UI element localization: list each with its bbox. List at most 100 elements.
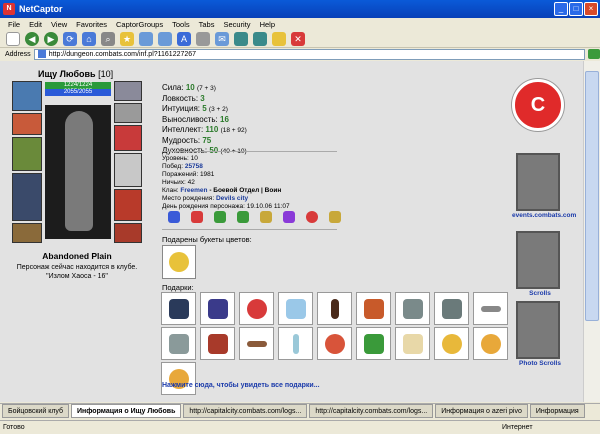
- gift-item[interactable]: [356, 292, 391, 325]
- gift-item[interactable]: [239, 292, 274, 325]
- new-page-icon[interactable]: [6, 31, 20, 46]
- go-button[interactable]: [588, 49, 600, 59]
- print-icon[interactable]: [196, 31, 210, 46]
- history-icon[interactable]: [139, 31, 153, 46]
- events-banner[interactable]: events.combats.com: [512, 153, 576, 219]
- vertical-scrollbar[interactable]: [583, 61, 600, 402]
- tab-fight-club[interactable]: Бойцовский клуб: [2, 404, 70, 418]
- stat-row: Интуиция: 5 (3 + 2): [162, 104, 228, 113]
- window2-icon[interactable]: [253, 31, 267, 46]
- ring-slot[interactable]: [114, 81, 142, 101]
- lock-icon[interactable]: [272, 31, 286, 46]
- search-icon[interactable]: ⌕: [101, 31, 115, 46]
- gloves-slot[interactable]: [114, 125, 142, 151]
- address-input[interactable]: http://dungeon.combats.com/inf.pl?116122…: [33, 48, 586, 60]
- side-logo[interactable]: C: [512, 79, 564, 131]
- character-name: Ищу Любовь [10]: [38, 69, 113, 79]
- tab-info-azeri[interactable]: Информация о azeri pivo: [435, 404, 528, 418]
- stat-row: Выносливость: 16: [162, 115, 229, 124]
- location-title: Abandoned Plain: [42, 251, 112, 261]
- belt-slot[interactable]: [12, 223, 42, 243]
- medal-icon[interactable]: [214, 211, 226, 223]
- events-link[interactable]: events.combats.com: [512, 212, 576, 219]
- menu-favorites[interactable]: Favorites: [76, 20, 107, 29]
- close-button[interactable]: ×: [584, 2, 598, 16]
- tab-info[interactable]: Информация: [529, 404, 585, 418]
- bracer-slot[interactable]: [12, 113, 42, 135]
- gift-item[interactable]: [200, 292, 235, 325]
- clan-link[interactable]: Freemen: [180, 187, 207, 194]
- back-icon[interactable]: ◀: [25, 31, 39, 46]
- amulet-slot[interactable]: [114, 103, 142, 123]
- gift-item[interactable]: [161, 292, 196, 325]
- mail-icon[interactable]: ✉: [215, 31, 229, 46]
- armor-slot[interactable]: [12, 173, 42, 221]
- gift-item[interactable]: [317, 292, 352, 325]
- legs-slot[interactable]: [114, 189, 142, 221]
- window-icon[interactable]: [234, 31, 248, 46]
- bouquets-title: Подарены букеты цветов:: [162, 235, 252, 244]
- photo-scrolls-banner[interactable]: Photo Scrolls: [512, 301, 568, 367]
- gift-item[interactable]: [200, 327, 235, 360]
- weapon-slot[interactable]: [12, 137, 42, 171]
- menu-file[interactable]: File: [8, 20, 20, 29]
- window-title: NetCaptor: [19, 4, 63, 14]
- scrolls-link[interactable]: Scrolls: [512, 290, 568, 297]
- gift-item[interactable]: [395, 327, 430, 360]
- mana-bar: 2055/2055: [45, 89, 111, 96]
- gift-item[interactable]: [278, 292, 313, 325]
- page-icon: [37, 50, 46, 58]
- gift-item[interactable]: [161, 362, 196, 395]
- all-gifts-link[interactable]: Нажмите сюда, чтобы увидеть все подарки.…: [162, 382, 320, 389]
- gift-item[interactable]: [356, 327, 391, 360]
- menu-tools[interactable]: Tools: [172, 20, 190, 29]
- menu-tabs[interactable]: Tabs: [199, 20, 215, 29]
- photo-scrolls-link[interactable]: Photo Scrolls: [512, 360, 568, 367]
- menu-view[interactable]: View: [51, 20, 67, 29]
- gift-item[interactable]: [278, 327, 313, 360]
- tab-info-active[interactable]: Информация о Ищу Любовь: [71, 404, 182, 418]
- minimize-button[interactable]: _: [554, 2, 568, 16]
- gift-item[interactable]: [434, 327, 469, 360]
- medal-icon[interactable]: [168, 211, 180, 223]
- forward-icon[interactable]: ▶: [44, 31, 58, 46]
- helmet-slot[interactable]: [12, 81, 42, 111]
- divider: [162, 151, 337, 152]
- address-bar: Address http://dungeon.combats.com/inf.p…: [0, 48, 600, 60]
- menu-help[interactable]: Help: [260, 20, 275, 29]
- scrolls-banner[interactable]: Scrolls: [512, 231, 568, 297]
- tab-logs-2[interactable]: http://capitalcity.combats.com/logs...: [309, 404, 434, 418]
- menu-security[interactable]: Security: [223, 20, 250, 29]
- medal-icon[interactable]: [306, 211, 318, 223]
- status-zone: Интернет: [502, 424, 533, 431]
- menu-edit[interactable]: Edit: [29, 20, 42, 29]
- gift-item[interactable]: [434, 292, 469, 325]
- menu-captorgroups[interactable]: CaptorGroups: [116, 20, 163, 29]
- boots-slot[interactable]: [114, 223, 142, 243]
- gift-item[interactable]: [473, 327, 508, 360]
- tabs-icon[interactable]: [158, 31, 172, 46]
- scroll-thumb[interactable]: [585, 71, 599, 321]
- toolbar: ◀ ▶ ⟳ ⌂ ⌕ ★ A ✉ ✕: [0, 30, 600, 48]
- medal-icon[interactable]: [329, 211, 341, 223]
- events-banner-image: [516, 153, 560, 211]
- bouquet-item[interactable]: [162, 245, 196, 279]
- medal-icon[interactable]: [283, 211, 295, 223]
- font-icon[interactable]: A: [177, 31, 191, 46]
- gift-item[interactable]: [239, 327, 274, 360]
- gift-item[interactable]: [161, 327, 196, 360]
- shield-slot[interactable]: [114, 153, 142, 187]
- home-icon[interactable]: ⌂: [82, 31, 96, 46]
- refresh-icon[interactable]: ⟳: [63, 31, 77, 46]
- medal-icon[interactable]: [237, 211, 249, 223]
- gift-item[interactable]: [473, 292, 508, 325]
- gift-item[interactable]: [317, 327, 352, 360]
- gift-item[interactable]: [395, 292, 430, 325]
- favorites-icon[interactable]: ★: [120, 31, 134, 46]
- tab-logs-1[interactable]: http://capitalcity.combats.com/logs...: [183, 404, 308, 418]
- stop-icon[interactable]: ✕: [291, 31, 305, 46]
- medal-icon[interactable]: [260, 211, 272, 223]
- stats-list: Сила: 10 (7 + 3) Ловкость: 3 Интуиция: 5…: [162, 83, 247, 157]
- medal-icon[interactable]: [191, 211, 203, 223]
- maximize-button[interactable]: □: [569, 2, 583, 16]
